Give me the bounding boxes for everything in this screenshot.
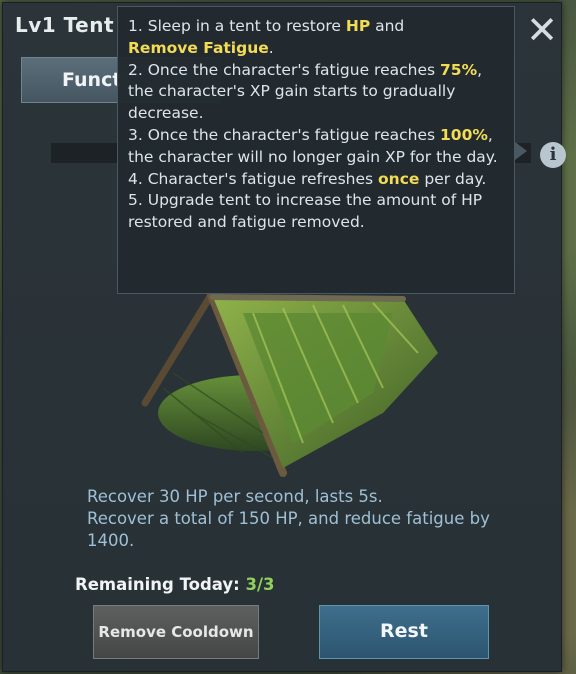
tooltip-item-5: 5. Upgrade tent to increase the amount o… bbox=[128, 191, 483, 232]
tooltip-item-1: 1. Sleep in a tent to restore HP and Rem… bbox=[128, 17, 405, 57]
info-tooltip: 1. Sleep in a tent to restore HP and Rem… bbox=[117, 6, 515, 294]
tooltip-item-4: 4. Character's fatigue refreshes once pe… bbox=[128, 169, 487, 188]
tent-description: Recover 30 HP per second, lasts 5s. Reco… bbox=[87, 486, 537, 552]
panel-title: Lv1 Tent bbox=[15, 13, 115, 37]
rest-button[interactable]: Rest bbox=[319, 605, 489, 659]
description-line-2: Recover a total of 150 HP, and reduce fa… bbox=[87, 509, 490, 550]
description-line-1: Recover 30 HP per second, lasts 5s. bbox=[87, 487, 383, 506]
tooltip-item-3: 3. Once the character's fatigue reaches … bbox=[128, 125, 498, 166]
remaining-label: Remaining Today: bbox=[75, 575, 240, 594]
tent-image bbox=[141, 293, 438, 477]
tooltip-item-2: 2. Once the character's fatigue reaches … bbox=[128, 60, 483, 123]
info-icon[interactable]: i bbox=[540, 142, 566, 168]
remove-cooldown-button[interactable]: Remove Cooldown bbox=[93, 605, 259, 659]
tooltip-pointer bbox=[515, 142, 527, 160]
close-icon[interactable]: ✕ bbox=[525, 11, 559, 49]
remaining-today: Remaining Today: 3/3 bbox=[75, 575, 275, 594]
remaining-value: 3/3 bbox=[245, 575, 275, 594]
